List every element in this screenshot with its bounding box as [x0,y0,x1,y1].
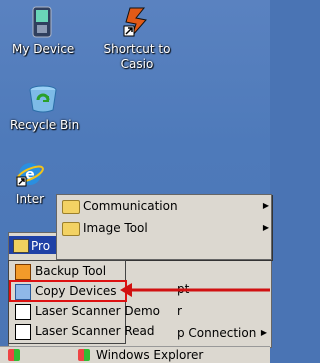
menu-item-label: Laser Scanner Read [35,324,155,338]
menu-item-communication[interactable]: Communication ▶ [57,195,271,217]
chevron-right-icon: ▶ [260,328,267,337]
programs-icon [13,239,29,253]
menu-item-label: Backup Tool [35,264,107,278]
highlight-box [9,280,127,302]
menu-item-label: Laser Scanner Demo [35,304,160,318]
chevron-right-icon: ▶ [262,201,269,210]
windows-logo-icon [8,349,20,361]
start-menu-item-label: Pro [31,239,51,253]
windows-logo-icon [78,349,90,361]
casio-shortcut-icon [122,6,152,38]
tools-submenu: Backup Tool Copy Devices Laser Scanner D… [8,260,160,344]
taskbar-explorer-button[interactable]: Windows Explorer [78,347,268,363]
taskbar-explorer-label: Windows Explorer [96,348,204,362]
menu-item-laser-scanner-read[interactable]: Laser Scanner Read [9,321,154,341]
desktop-icon-shortcut-casio[interactable]: Shortcut to Casio [98,6,176,72]
scanner-demo-icon [15,304,31,320]
desktop-icon-label: Shortcut to Casio [103,42,171,71]
folder-icon [62,222,80,236]
desktop-icon-recycle-bin[interactable]: Recycle Bin [10,84,80,133]
backup-icon [15,264,31,280]
start-menu-item-label: r [177,304,182,318]
menu-item-label: Image Tool [83,221,148,235]
chevron-right-icon: ▶ [262,223,269,232]
menu-item-laser-scanner-demo[interactable]: Laser Scanner Demo [9,301,160,321]
folder-icon [62,200,80,214]
desktop-icon-label: Inter [15,192,45,206]
red-arrow-icon [120,283,270,297]
taskbar: Windows Explorer [0,346,270,363]
programs-submenu: Communication ▶ Image Tool ▶ [56,194,272,260]
desktop-icon-label: My Device [12,42,75,56]
internet-explorer-icon: e [16,160,44,188]
desktop-icon-my-device[interactable]: My Device [12,6,75,57]
recycle-bin-icon [27,84,59,114]
menu-item-image-tool[interactable]: Image Tool ▶ [57,217,271,239]
desktop-icon-internet-explorer[interactable]: e Inter [10,160,50,207]
device-icon [30,6,54,38]
scanner-read-icon [15,324,31,340]
menu-item-backup-tool[interactable]: Backup Tool [9,261,125,281]
desktop-icon-label: Recycle Bin [10,118,80,132]
start-menu-item-label: p Connection [177,326,257,340]
menu-item-label: Communication [83,199,178,213]
start-button[interactable] [4,347,24,363]
